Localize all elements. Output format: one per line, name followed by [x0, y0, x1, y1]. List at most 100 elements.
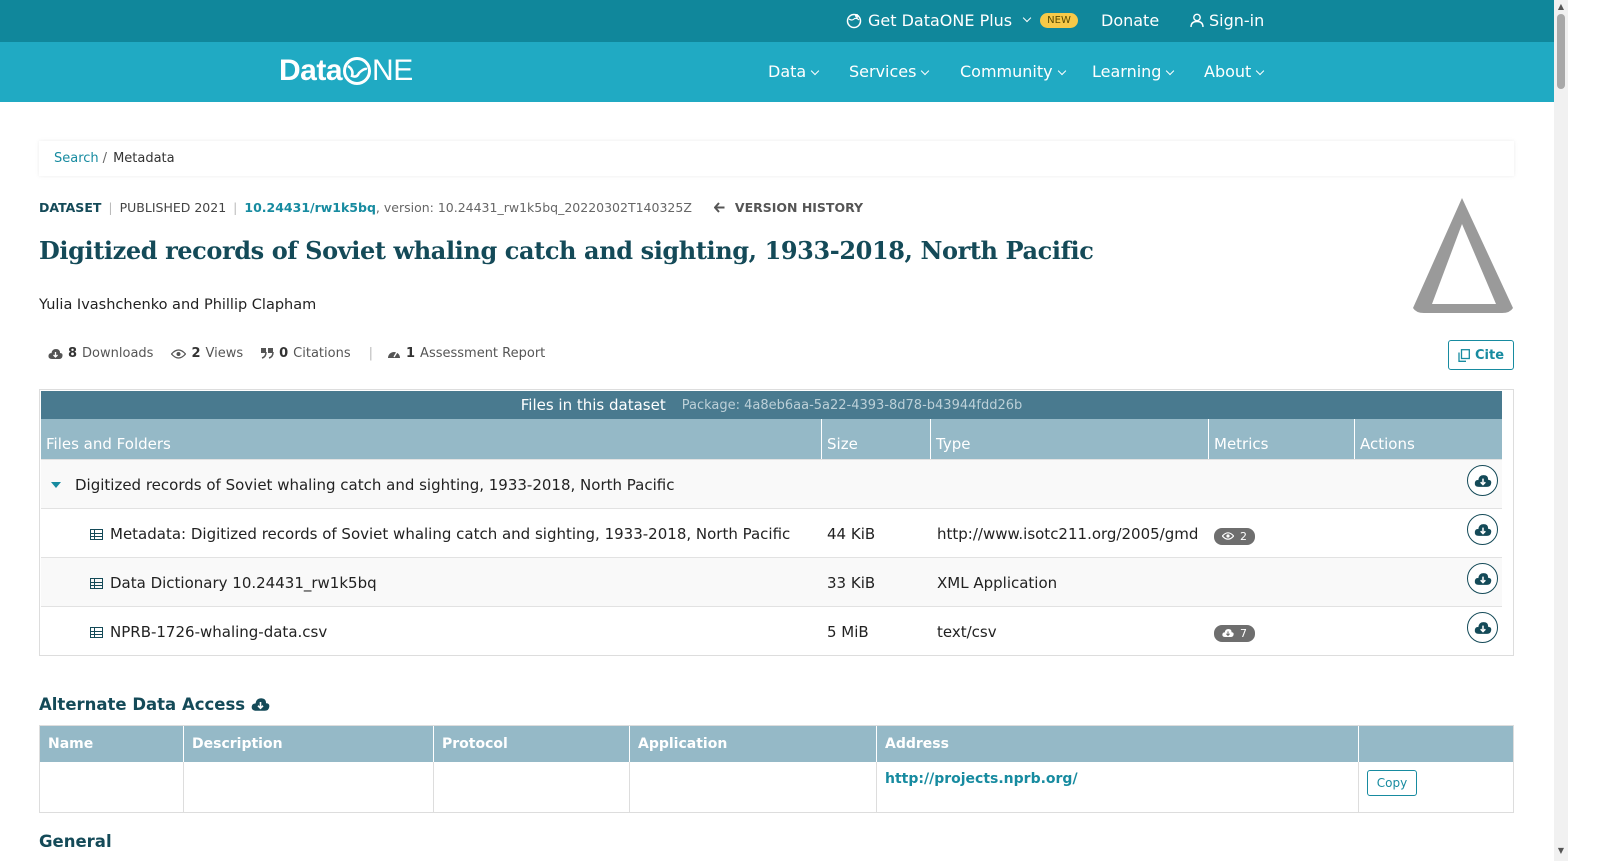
- file-name[interactable]: NPRB-1726-whaling-data.csv: [90, 623, 327, 641]
- nav-services[interactable]: Services: [849, 62, 930, 81]
- header-name: Name: [40, 726, 184, 762]
- scrollbar-track[interactable]: [1554, 0, 1568, 861]
- file-row: Data Dictionary 10.24431_rw1k5bq 33 KiB …: [41, 557, 1502, 606]
- folder-name-label: Digitized records of Soviet whaling catc…: [75, 476, 675, 494]
- published-label: PUBLISHED 2021: [119, 200, 227, 215]
- dataone-logo[interactable]: Data NE: [279, 54, 413, 88]
- file-type: text/csv: [937, 623, 997, 641]
- file-name-label: Metadata: Digitized records of Soviet wh…: [110, 525, 791, 543]
- metric-count: 7: [1240, 626, 1247, 640]
- chevron-down-icon: [921, 66, 930, 76]
- header-description: Description: [184, 726, 434, 762]
- header-copy: [1359, 726, 1513, 762]
- file-name[interactable]: Metadata: Digitized records of Soviet wh…: [90, 525, 790, 543]
- eye-icon: [1222, 532, 1234, 540]
- nav-services-label: Services: [849, 62, 917, 81]
- cloud-download-icon: [251, 698, 270, 711]
- alternate-access-table: Name Description Protocol Application Ad…: [39, 725, 1514, 813]
- cloud-download-icon: [1474, 474, 1491, 487]
- nav-data[interactable]: Data: [768, 62, 820, 81]
- scrollbar-thumb[interactable]: [1557, 14, 1565, 89]
- file-row: NPRB-1726-whaling-data.csv 5 MiB text/cs…: [41, 606, 1502, 655]
- copy-button[interactable]: Copy: [1367, 770, 1417, 796]
- file-name-label: NPRB-1726-whaling-data.csv: [110, 623, 328, 641]
- donate-link[interactable]: Donate: [1101, 11, 1159, 30]
- alternate-access-row: http://projects.nprb.org/ Copy: [40, 762, 1513, 812]
- alternate-data-access-heading: Alternate Data Access: [39, 695, 270, 714]
- download-file-button[interactable]: [1467, 514, 1498, 545]
- header-address: Address: [877, 726, 1359, 762]
- dashboard-gauge-icon: [388, 351, 400, 358]
- nav-about-label: About: [1204, 62, 1252, 81]
- table-icon: [90, 578, 103, 589]
- version-label: , version: 10.24431_rw1k5bq_20220302T140…: [375, 200, 692, 215]
- files-table-header: Files and Folders Size Type Metrics Acti…: [41, 419, 1502, 459]
- user-icon: [1190, 13, 1204, 28]
- header-application: Application: [630, 726, 877, 762]
- download-file-button[interactable]: [1467, 612, 1498, 643]
- address-link[interactable]: http://projects.nprb.org/: [885, 771, 1078, 787]
- scroll-down-arrow-icon[interactable]: ▼: [1556, 846, 1566, 855]
- sign-in-label: Sign-in: [1209, 11, 1265, 30]
- download-file-button[interactable]: [1467, 563, 1498, 594]
- file-size: 5 MiB: [827, 623, 869, 641]
- cite-button[interactable]: Cite: [1448, 340, 1514, 370]
- dataset-authors: Yulia Ivashchenko and Phillip Clapham: [39, 297, 317, 313]
- views-label: Views: [205, 346, 244, 361]
- globe-logo-icon: [343, 57, 372, 85]
- top-utility-bar: Get DataONE Plus NEW Donate Sign-in: [0, 0, 1554, 42]
- eye-icon: [171, 348, 187, 359]
- table-icon: [90, 627, 103, 638]
- cloud-download-icon: [1474, 523, 1491, 536]
- chevron-down-icon: [1166, 66, 1175, 76]
- folder-row[interactable]: Digitized records of Soviet whaling catc…: [41, 459, 1502, 508]
- file-size: 44 KiB: [827, 525, 876, 543]
- sign-in-link[interactable]: Sign-in: [1190, 11, 1264, 30]
- arrow-left-icon: [713, 202, 725, 213]
- assessment-label: Assessment Report: [420, 346, 546, 361]
- metric-downloads-badge: 7: [1214, 624, 1255, 642]
- quote-icon: [261, 348, 274, 359]
- doi-link[interactable]: 10.24431/rw1k5bq: [244, 200, 376, 215]
- version-history-link[interactable]: VERSION HISTORY: [713, 200, 864, 215]
- header-protocol: Protocol: [434, 726, 630, 762]
- header-files-and-folders: Files and Folders: [41, 419, 822, 459]
- breadcrumb-search-link[interactable]: Search: [54, 151, 99, 166]
- cell-description: [184, 762, 434, 812]
- header-actions: Actions: [1360, 435, 1415, 453]
- cloud-download-icon: [1474, 572, 1491, 585]
- download-folder-button[interactable]: [1467, 465, 1498, 496]
- divider: |: [368, 346, 373, 361]
- dataset-stats: 8 Downloads 2 Views 0 Citations | 1 Asse…: [48, 346, 563, 361]
- scroll-up-arrow-icon[interactable]: ▲: [1556, 2, 1566, 11]
- nav-about[interactable]: About: [1204, 62, 1265, 81]
- file-name-label: Data Dictionary 10.24431_rw1k5bq: [110, 574, 377, 592]
- file-name[interactable]: Data Dictionary 10.24431_rw1k5bq: [90, 574, 377, 592]
- version-history-label: VERSION HISTORY: [734, 200, 864, 215]
- header-type: Type: [931, 419, 1209, 459]
- file-size: 33 KiB: [827, 574, 876, 592]
- caret-down-icon[interactable]: [51, 482, 61, 488]
- logo-text-data: Data: [279, 54, 343, 87]
- table-icon: [90, 529, 103, 540]
- cite-label: Cite: [1474, 347, 1505, 363]
- assessment-report-link[interactable]: 1 Assessment Report: [387, 346, 545, 361]
- file-row: Metadata: Digitized records of Soviet wh…: [41, 508, 1502, 557]
- dataset-type-label: DATASET: [39, 200, 102, 215]
- files-table: Files in this dataset Package: 4a8eb6aa-…: [39, 389, 1514, 656]
- divider: |: [233, 200, 238, 215]
- nav-learning[interactable]: Learning: [1092, 62, 1175, 81]
- header-metrics: Metrics: [1209, 419, 1355, 459]
- citations-label: Citations: [293, 346, 351, 361]
- file-type: http://www.isotc211.org/2005/gmd: [937, 525, 1199, 543]
- folder-name[interactable]: Digitized records of Soviet whaling catc…: [51, 476, 674, 494]
- cell-application: [630, 762, 877, 812]
- files-caption-title: Files in this dataset: [520, 396, 666, 414]
- copy-cite-icon: [1458, 348, 1470, 362]
- dataset-meta-line: DATASET | PUBLISHED 2021 | 10.24431/rw1k…: [39, 200, 863, 215]
- nav-community[interactable]: Community: [960, 62, 1066, 81]
- chevron-down-icon: [1022, 13, 1032, 22]
- cell-name: [40, 762, 184, 812]
- get-dataone-plus-link[interactable]: Get DataONE Plus NEW: [846, 11, 1078, 30]
- general-heading: General: [39, 832, 112, 851]
